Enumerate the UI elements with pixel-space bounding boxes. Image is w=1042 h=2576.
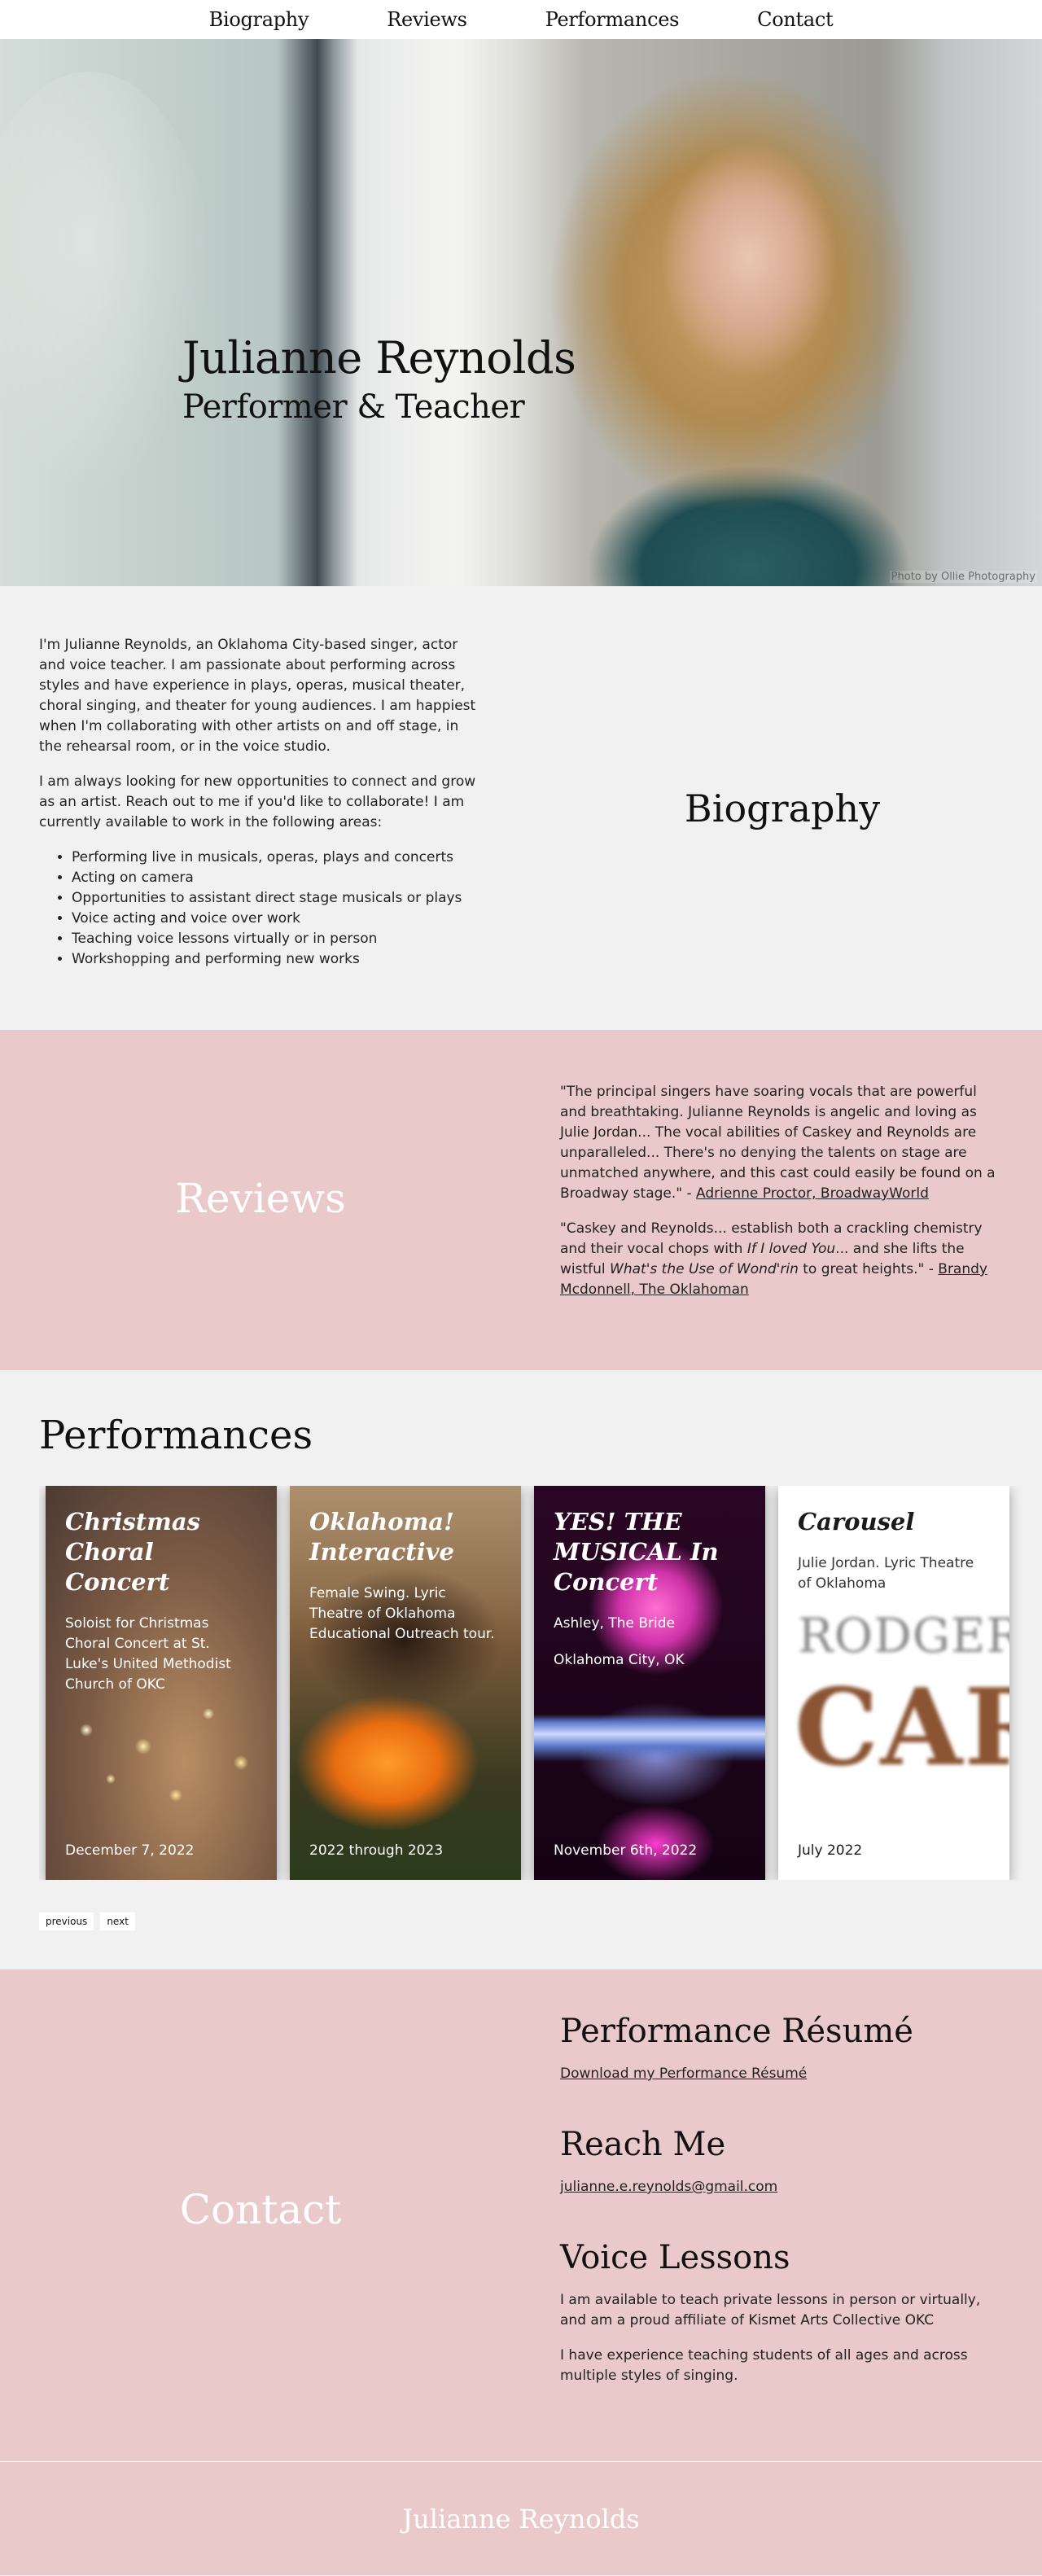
card-description: Julie Jordan. Lyric Theatre of Oklahoma xyxy=(798,1555,974,1592)
list-item: Teaching voice lessons virtually or in p… xyxy=(72,929,482,949)
bio-paragraph: I'm Julianne Reynolds, an Oklahoma City-… xyxy=(39,637,476,755)
review-quote: "Caskey and Reynolds... establish both a… xyxy=(560,1219,1000,1300)
card-date: December 7, 2022 xyxy=(65,1842,195,1859)
card-description: Soloist for Christmas Choral Concert at … xyxy=(65,1615,231,1693)
footer-name: Julianne Reynolds xyxy=(402,2503,640,2534)
review-quote: "The principal singers have soaring voca… xyxy=(560,1082,1000,1204)
nav-link-reviews[interactable]: Reviews xyxy=(348,8,506,31)
resume-heading: Performance Résumé xyxy=(560,2013,913,2050)
card-description: Ashley, The Bride xyxy=(554,1615,675,1632)
card-title: Christmas Choral Concert xyxy=(65,1508,200,1596)
section-heading-biography: Biography xyxy=(684,786,881,830)
list-item: Voice acting and voice over work xyxy=(72,909,482,929)
list-item: Opportunities to assistant direct stage … xyxy=(72,888,482,909)
performances-section: Performances Christmas Choral Concert So… xyxy=(0,1370,1042,1969)
performance-card[interactable]: Carousel Julie Jordan. Lyric Theatre of … xyxy=(778,1486,1009,1880)
contact-details: Performance Résumé Download my Performan… xyxy=(560,2010,1000,2409)
photo-credit: Photo by Ollie Photography xyxy=(889,571,1037,583)
hero-subtitle: Performer & Teacher xyxy=(182,388,525,426)
top-nav: Biography Reviews Performances Contact xyxy=(0,0,1042,39)
reviews-heading-wrap: Reviews xyxy=(0,1082,521,1315)
carousel-pager: previous next xyxy=(39,1912,1042,1930)
resume-block: Performance Résumé Download my Performan… xyxy=(560,2010,1000,2084)
lessons-block: Voice Lessons I am available to teach pr… xyxy=(560,2236,1000,2386)
performance-card[interactable]: YES! THE MUSICAL In Concert Ashley, The … xyxy=(534,1486,765,1880)
review-source-link[interactable]: Adrienne Proctor, BroadwayWorld xyxy=(696,1185,929,1202)
card-date: 2022 through 2023 xyxy=(309,1842,444,1859)
previous-button[interactable]: previous xyxy=(39,1912,94,1930)
work-areas-list: Performing live in musicals, operas, pla… xyxy=(39,848,482,970)
hero-title: Julianne Reynolds xyxy=(182,332,576,383)
performance-card[interactable]: Christmas Choral Concert Soloist for Chr… xyxy=(46,1486,277,1880)
resume-download-link[interactable]: Download my Performance Résumé xyxy=(560,2066,807,2082)
hero-reflection xyxy=(0,72,212,495)
card-title: Carousel xyxy=(798,1508,915,1536)
footer: Julianne Reynolds xyxy=(0,2461,1042,2575)
next-button[interactable]: next xyxy=(100,1912,135,1930)
review-text: to great heights." - xyxy=(798,1261,939,1277)
hero-text: Julianne Reynolds Performer & Teacher xyxy=(182,332,576,426)
lessons-heading: Voice Lessons xyxy=(560,2239,790,2276)
card-title: YES! THE MUSICAL In Concert xyxy=(554,1508,719,1596)
card-date: November 6th, 2022 xyxy=(554,1842,698,1859)
list-item: Performing live in musicals, operas, pla… xyxy=(72,848,482,868)
bio-paragraph: I am always looking for new opportunitie… xyxy=(39,773,476,830)
nav-link-biography[interactable]: Biography xyxy=(170,8,348,31)
nav-link-contact[interactable]: Contact xyxy=(718,8,872,31)
song-title: If I loved You xyxy=(746,1241,836,1257)
poster-image-text: RODGERS xyxy=(798,1608,1009,1663)
contact-section: Contact Performance Résumé Download my P… xyxy=(0,1969,1042,2461)
lessons-paragraph: I have experience teaching students of a… xyxy=(560,2347,968,2384)
biography-text: I'm Julianne Reynolds, an Oklahoma City-… xyxy=(39,635,482,981)
card-date: July 2022 xyxy=(798,1842,863,1859)
section-heading-contact: Contact xyxy=(179,2186,342,2233)
contact-heading-wrap: Contact xyxy=(0,2010,521,2409)
review-text: "The principal singers have soaring voca… xyxy=(560,1084,996,1202)
reach-heading: Reach Me xyxy=(560,2126,726,2163)
reviews-list: "The principal singers have soaring voca… xyxy=(560,1082,1000,1315)
email-link[interactable]: julianne.e.reynolds@gmail.com xyxy=(560,2179,777,2195)
biography-section: I'm Julianne Reynolds, an Oklahoma City-… xyxy=(0,586,1042,1030)
nav-link-performances[interactable]: Performances xyxy=(506,8,718,31)
performance-carousel: Christmas Choral Concert Soloist for Chr… xyxy=(39,1486,1042,1880)
performance-card[interactable]: Oklahoma! Interactive Female Swing. Lyri… xyxy=(290,1486,521,1880)
song-title: What's the Use of Wond'rin xyxy=(610,1261,799,1277)
poster-image-text: CAR xyxy=(795,1665,1009,1790)
lessons-paragraph: I am available to teach private lessons … xyxy=(560,2292,981,2328)
hero-banner: Julianne Reynolds Performer & Teacher Ph… xyxy=(0,39,1042,586)
card-description: Female Swing. Lyric Theatre of Oklahoma … xyxy=(309,1585,495,1642)
section-heading-reviews: Reviews xyxy=(175,1175,346,1222)
card-title: Oklahoma! Interactive xyxy=(309,1508,454,1566)
reach-block: Reach Me julianne.e.reynolds@gmail.com xyxy=(560,2123,1000,2197)
section-heading-performances: Performances xyxy=(39,1413,313,1458)
list-item: Acting on camera xyxy=(72,868,482,888)
list-item: Workshopping and performing new works xyxy=(72,949,482,970)
biography-heading-wrap: Biography xyxy=(482,635,1042,981)
card-location: Oklahoma City, OK xyxy=(554,1652,685,1668)
reviews-section: Reviews "The principal singers have soar… xyxy=(0,1030,1042,1370)
